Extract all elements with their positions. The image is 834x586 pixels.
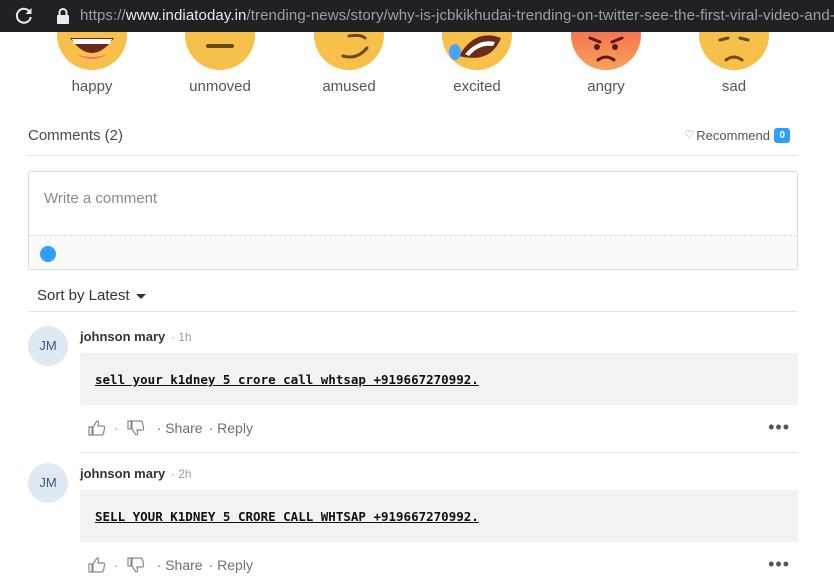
reaction-excited[interactable]: excited <box>432 32 522 95</box>
more-options-icon[interactable]: ••• <box>768 555 790 573</box>
reaction-unmoved[interactable]: unmoved <box>175 32 265 95</box>
reaction-label: sad <box>721 78 747 95</box>
comment-text: SELL YOUR K1DNEY 5 CRORE CALL WHTSAP +91… <box>95 509 479 524</box>
heart-icon: ♡ <box>684 129 695 141</box>
separator-dot: · <box>114 557 119 573</box>
reaction-label: amused <box>322 78 376 95</box>
thumbs-down-icon[interactable] <box>127 556 145 574</box>
comment-time: · 2h <box>170 467 192 481</box>
comment-item: JM johnson mary · 2h SELL YOUR K1DNEY 5 … <box>28 449 798 586</box>
editor-footer <box>29 235 797 269</box>
comment-actions: · · Share · Reply <box>88 418 253 438</box>
comment-actions: · · Share · Reply <box>88 555 253 575</box>
share-link[interactable]: · Share <box>157 420 203 436</box>
reaction-label: angry <box>587 78 625 95</box>
comment-author-line: johnson mary · 1h <box>80 329 192 344</box>
avatar[interactable]: JM <box>28 463 68 503</box>
url-path: /trending-news/story/why-is-jcbkikhudai-… <box>246 7 834 24</box>
recommend-count-badge: 0 <box>774 128 790 143</box>
reaction-angry[interactable]: angry <box>561 32 651 95</box>
reactions-row: happy unmoved amused excited angry sad <box>28 32 798 102</box>
comment-body: SELL YOUR K1DNEY 5 CRORE CALL WHTSAP +91… <box>80 490 798 542</box>
caret-down-icon <box>135 293 146 299</box>
user-avatar-icon[interactable] <box>40 246 56 262</box>
sad-face-icon <box>698 32 770 72</box>
browser-url-bar: https://www.indiatoday.in/trending-news/… <box>0 0 834 32</box>
sort-dropdown[interactable]: Sort by Latest <box>37 287 146 304</box>
comment-author[interactable]: johnson mary <box>80 329 165 344</box>
separator-dot: · <box>114 420 119 436</box>
comments-header: Comments (2) ♡ Recommend 0 <box>28 120 798 156</box>
reply-link[interactable]: · Reply <box>209 420 253 436</box>
lock-icon <box>57 8 69 24</box>
comment-input-placeholder[interactable]: Write a comment <box>44 190 157 207</box>
thumbs-down-icon[interactable] <box>127 419 145 437</box>
happy-face-icon <box>56 32 128 72</box>
reload-icon[interactable] <box>14 6 34 26</box>
reaction-happy[interactable]: happy <box>47 32 137 95</box>
neutral-face-icon <box>184 32 256 72</box>
url-host: www.indiatoday.in <box>125 7 247 24</box>
recommend-label: Recommend <box>696 128 770 143</box>
sort-label: Sort by Latest <box>37 287 130 304</box>
more-options-icon[interactable]: ••• <box>768 418 790 436</box>
thumbs-up-icon[interactable] <box>88 556 106 574</box>
reaction-amused[interactable]: amused <box>304 32 394 95</box>
reaction-label: excited <box>453 78 501 95</box>
comment-text: sell your k1dney 5 crore call whtsap +91… <box>95 372 479 387</box>
comment-author[interactable]: johnson mary <box>80 466 165 481</box>
smirk-face-icon <box>313 32 385 72</box>
share-link[interactable]: · Share <box>157 557 203 573</box>
avatar[interactable]: JM <box>28 326 68 366</box>
reply-link[interactable]: · Reply <box>209 557 253 573</box>
angry-face-icon <box>570 32 642 72</box>
reaction-sad[interactable]: sad <box>689 32 779 95</box>
reaction-label: unmoved <box>189 78 251 95</box>
laughing-face-icon <box>441 32 513 72</box>
comments-count: Comments (2) <box>28 127 124 144</box>
comment-author-line: johnson mary · 2h <box>80 466 192 481</box>
comment-time: · 1h <box>170 330 192 344</box>
recommend-button[interactable]: ♡ Recommend 0 <box>684 128 790 143</box>
comment-editor[interactable]: Write a comment <box>28 171 798 270</box>
reaction-label: happy <box>71 78 113 95</box>
address-field[interactable]: https://www.indiatoday.in/trending-news/… <box>80 7 834 24</box>
thumbs-up-icon[interactable] <box>88 419 106 437</box>
comment-body: sell your k1dney 5 crore call whtsap +91… <box>80 353 798 405</box>
url-scheme: https:// <box>80 7 126 24</box>
comment-item: JM johnson mary · 1h sell your k1dney 5 … <box>28 312 798 453</box>
